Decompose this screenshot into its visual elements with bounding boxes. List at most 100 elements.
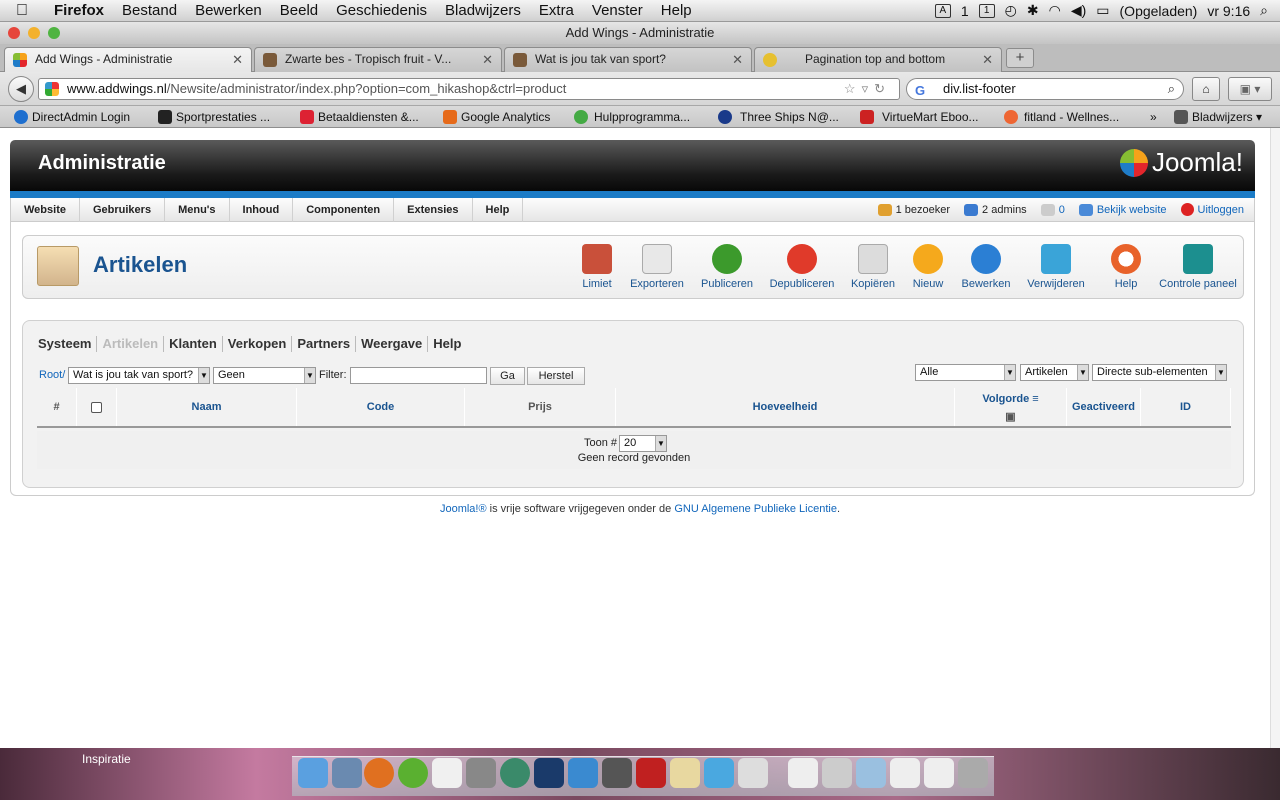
url-bar[interactable]: www.addwings.nl/Newsite/administrator/in…	[38, 78, 900, 100]
notes-icon[interactable]	[670, 758, 700, 788]
subnav-verkopen[interactable]: Verkopen	[223, 336, 293, 352]
subnav-help[interactable]: Help	[428, 336, 466, 352]
filter-input[interactable]	[350, 367, 487, 384]
pen-app-icon[interactable]	[602, 758, 632, 788]
bluetooth-icon[interactable]: ✱	[1027, 2, 1039, 19]
alle-select[interactable]: Alle ▼	[915, 364, 1016, 381]
control-panel-button[interactable]: Controle paneel	[1154, 242, 1242, 290]
menu-help[interactable]: Help	[652, 2, 701, 19]
search-input[interactable]: div.list-footer	[943, 81, 1016, 96]
joomla-link[interactable]: Joomla!®	[440, 503, 487, 515]
scrollbar-track[interactable]	[1270, 128, 1280, 748]
delete-button[interactable]: Verwijderen	[1021, 242, 1091, 290]
menu-beeld[interactable]: Beeld	[271, 2, 327, 19]
logout-link[interactable]: Uitloggen	[1180, 203, 1244, 216]
jmenu-help[interactable]: Help	[473, 197, 524, 222]
help-button[interactable]: Help	[1091, 242, 1161, 290]
bookmarks-more-button[interactable]: »	[1150, 106, 1157, 127]
children-select[interactable]: Directe sub-elementen ▼	[1092, 364, 1227, 381]
subnav-weergave[interactable]: Weergave	[356, 336, 429, 352]
gpl-link[interactable]: GNU Algemene Publieke Licentie	[674, 503, 837, 515]
new-tab-button[interactable]: +	[1006, 48, 1034, 68]
geen-select[interactable]: Geen ▼	[213, 367, 316, 384]
minimize-window-icon[interactable]	[28, 27, 40, 39]
logout-label[interactable]: Uitloggen	[1198, 204, 1244, 216]
volume-icon[interactable]: ◀)	[1071, 2, 1086, 19]
clock[interactable]: vr 9:16	[1207, 3, 1250, 19]
timemachine-icon[interactable]: ◴	[1005, 2, 1017, 19]
photos-icon[interactable]	[466, 758, 496, 788]
subnav-partners[interactable]: Partners	[292, 336, 357, 352]
menu-bladwijzers[interactable]: Bladwijzers	[436, 2, 530, 19]
twitter-icon[interactable]	[704, 758, 734, 788]
export-button[interactable]: Exporteren	[622, 242, 692, 290]
col-volgorde[interactable]: Volgorde ≡ ▣	[955, 388, 1067, 426]
view-site-label[interactable]: Bekijk website	[1097, 204, 1167, 216]
menu-venster[interactable]: Venster	[583, 2, 652, 19]
publish-button[interactable]: Publiceren	[692, 242, 762, 290]
close-window-icon[interactable]	[8, 27, 20, 39]
category-select[interactable]: Wat is jou tak van sport? ▼	[68, 367, 210, 384]
bookmark-betaaldiensten[interactable]: Betaaldiensten &...	[300, 106, 419, 127]
google-icon[interactable]: G	[915, 81, 925, 101]
back-button[interactable]: ◀	[8, 76, 34, 102]
apple-icon[interactable]: 	[0, 2, 44, 20]
limit-select[interactable]: 20 ▼	[619, 435, 667, 452]
jmenu-menus[interactable]: Menu's	[165, 197, 230, 222]
menu-bestand[interactable]: Bestand	[113, 2, 186, 19]
col-geactiveerd[interactable]: Geactiveerd	[1067, 388, 1141, 426]
jmenu-inhoud[interactable]: Inhoud	[230, 197, 294, 222]
timemachine-dock-icon[interactable]	[500, 758, 530, 788]
messages-status[interactable]: 0	[1040, 203, 1065, 216]
menu-bewerken[interactable]: Bewerken	[186, 2, 271, 19]
bookmarks-menu-button[interactable]: Bladwijzers ▾	[1174, 106, 1262, 127]
calendar-icon[interactable]	[432, 758, 462, 788]
subnav-klanten[interactable]: Klanten	[164, 336, 223, 352]
spotify-icon[interactable]	[398, 758, 428, 788]
type-select[interactable]: Artikelen ▼	[1020, 364, 1089, 381]
adobe-icon[interactable]: A	[934, 3, 951, 18]
document-icon[interactable]	[738, 758, 768, 788]
col-code[interactable]: Code	[297, 388, 465, 426]
tab-zwarte-bes[interactable]: Zwarte bes - Tropisch fruit - V... ✕	[254, 47, 502, 72]
menu-extra[interactable]: Extra	[530, 2, 583, 19]
col-naam[interactable]: Naam	[117, 388, 297, 426]
wunderlist-icon[interactable]	[568, 758, 598, 788]
tab-sport[interactable]: Wat is jou tak van sport? ✕	[504, 47, 752, 72]
subnav-systeem[interactable]: Systeem	[38, 336, 98, 352]
docx-file-icon[interactable]	[890, 758, 920, 788]
site-identity-icon[interactable]	[45, 82, 59, 96]
save-order-icon[interactable]: ▣	[1005, 411, 1015, 423]
search-icon[interactable]: ⌕	[1168, 79, 1175, 99]
select-all-checkbox[interactable]	[91, 401, 102, 413]
bookmark-google-analytics[interactable]: Google Analytics	[443, 106, 550, 127]
bookmark-hulpprogramma[interactable]: Hulpprogramma...	[574, 106, 690, 127]
photoshop-icon[interactable]	[534, 758, 564, 788]
jmenu-componenten[interactable]: Componenten	[293, 197, 395, 222]
edit-button[interactable]: Bewerken	[951, 242, 1021, 290]
volgorde-label[interactable]: Volgorde	[982, 393, 1029, 405]
search-bar[interactable]: G div.list-footer ⌕	[906, 78, 1184, 100]
home-button[interactable]: ⌂	[1192, 77, 1220, 101]
menu-geschiedenis[interactable]: Geschiedenis	[327, 2, 436, 19]
zoom-window-icon[interactable]	[48, 27, 60, 39]
jmenu-extensies[interactable]: Extensies	[394, 197, 473, 222]
root-link[interactable]: Root/	[39, 369, 65, 381]
xlsx-file-icon[interactable]	[822, 758, 852, 788]
status-box-icon[interactable]: 1	[978, 3, 995, 18]
col-hoeveelheid[interactable]: Hoeveelheid	[616, 388, 955, 426]
menu-firefox[interactable]: Firefox	[44, 2, 113, 19]
tab-pagination[interactable]: Pagination top and bottom ✕	[754, 47, 1002, 72]
bookmark-star-icon[interactable]: ☆▿↻	[844, 79, 891, 99]
finder-icon[interactable]	[298, 758, 328, 788]
unpublish-button[interactable]: Depubliceren	[767, 242, 837, 290]
bookmark-sportprestaties[interactable]: Sportprestaties ...	[158, 106, 270, 127]
spotlight-icon[interactable]: ⌕	[1260, 2, 1268, 19]
filezilla-icon[interactable]	[636, 758, 666, 788]
bookmark-virtuemart[interactable]: VirtueMart Eboo...	[860, 106, 979, 127]
bookmark-three-ships[interactable]: Three Ships N@...	[718, 106, 839, 127]
col-id[interactable]: ID	[1141, 388, 1231, 426]
pdf-file-icon[interactable]	[924, 758, 954, 788]
battery-icon[interactable]: ▭	[1096, 2, 1109, 19]
addon-button[interactable]: ▣ ▾	[1228, 77, 1272, 101]
